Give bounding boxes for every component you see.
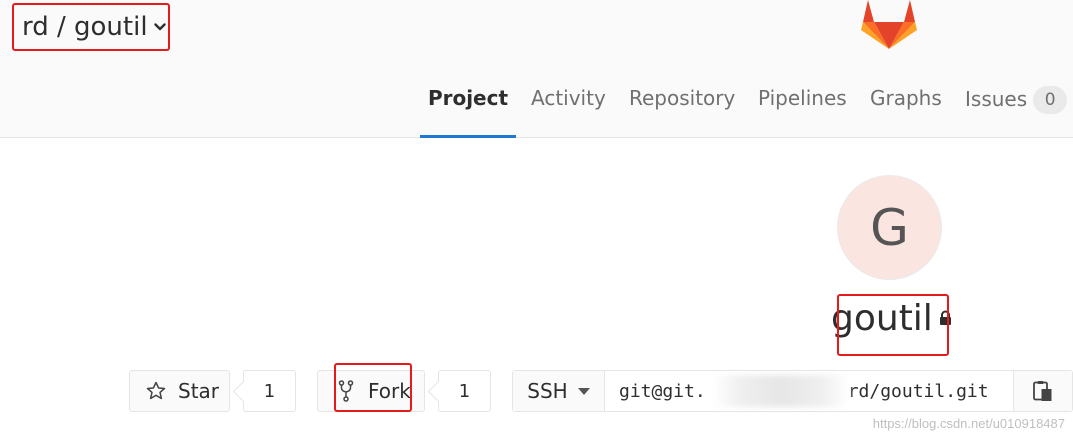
project-avatar: G — [837, 175, 942, 280]
tab-activity[interactable]: Activity — [531, 70, 606, 138]
tab-label: Repository — [629, 86, 736, 110]
clone-url-prefix: git@git. — [619, 380, 706, 402]
avatar-letter: G — [870, 198, 909, 257]
fork-count-value: 1 — [458, 380, 471, 402]
star-count-value: 1 — [263, 380, 276, 402]
breadcrumb-text: rd / goutil — [22, 12, 148, 42]
chevron-down-icon — [153, 22, 166, 32]
issues-count-badge: 0 — [1033, 86, 1068, 114]
tab-label: Project — [427, 86, 509, 110]
clone-protocol-dropdown[interactable]: SSH — [513, 371, 605, 411]
tab-issues[interactable]: Issues 0 — [965, 70, 1068, 138]
fork-button[interactable]: Fork — [317, 370, 425, 412]
star-label: Star — [178, 379, 220, 403]
copy-url-button[interactable] — [1014, 371, 1072, 411]
clone-url-input[interactable]: git@git. rd/goutil.git — [605, 371, 1014, 411]
star-icon — [146, 381, 166, 401]
star-button[interactable]: Star — [129, 370, 230, 412]
redaction-blur — [713, 375, 849, 407]
caret-down-icon — [577, 387, 590, 395]
tab-label: Graphs — [870, 86, 942, 110]
clipboard-icon — [1033, 380, 1053, 402]
fork-label: Fork — [368, 379, 411, 403]
tab-project[interactable]: Project — [420, 70, 516, 138]
clone-url-group: SSH git@git. rd/goutil.git — [512, 370, 1073, 412]
tab-label: Issues — [965, 87, 1028, 111]
watermark: https://blog.csdn.net/u010918487 — [872, 416, 1065, 431]
fork-count[interactable]: 1 — [438, 370, 491, 412]
gitlab-logo[interactable] — [861, 0, 917, 54]
top-header: rd / goutil Project Activity Repository … — [0, 0, 1073, 138]
clone-protocol-label: SSH — [527, 379, 568, 403]
tab-repository[interactable]: Repository — [629, 70, 735, 138]
clone-url-suffix: rd/goutil.git — [847, 380, 989, 402]
tab-label: Pipelines — [758, 86, 847, 110]
tab-graphs[interactable]: Graphs — [870, 70, 942, 138]
breadcrumb[interactable]: rd / goutil — [12, 3, 170, 51]
fork-icon — [338, 380, 354, 402]
tab-pipelines[interactable]: Pipelines — [758, 70, 847, 138]
tab-label: Activity — [531, 86, 606, 110]
star-count[interactable]: 1 — [243, 370, 296, 412]
project-title-highlight — [837, 294, 949, 356]
